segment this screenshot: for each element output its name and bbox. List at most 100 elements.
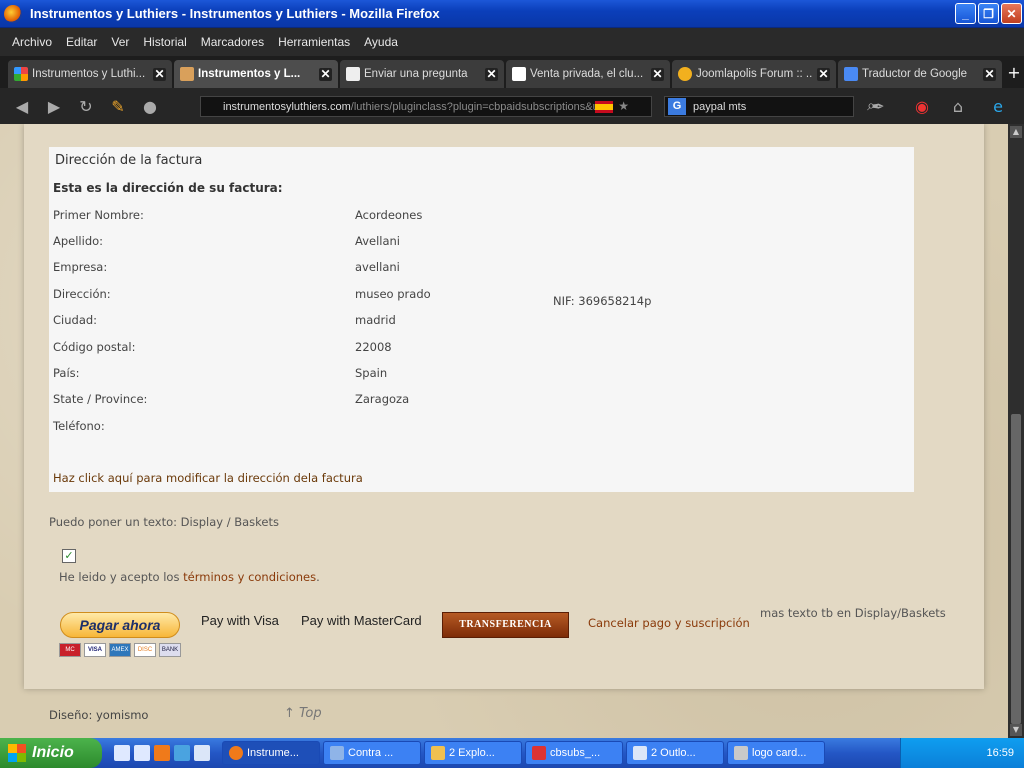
forward-arrow-icon[interactable]: ▶ <box>42 94 66 118</box>
billing-subtitle: Esta es la dirección de su factura: <box>53 181 283 195</box>
taskbar-item-explorer[interactable]: 2 Explo... <box>424 741 522 765</box>
taskbar-item-firefox[interactable]: Instrume... <box>222 741 320 765</box>
start-button[interactable]: Inicio <box>0 738 102 768</box>
taskbar-item-label: Instrume... <box>247 747 299 759</box>
new-tab-button[interactable]: + <box>1004 63 1024 82</box>
url-host: instrumentosyluthiers.com <box>223 100 351 113</box>
firefox-icon <box>4 4 22 23</box>
guitar-icon <box>180 67 194 81</box>
speech-bubble-icon[interactable]: ● <box>138 94 162 118</box>
discover-logo-icon: DISC <box>134 643 156 657</box>
menu-editar[interactable]: Editar <box>66 35 97 49</box>
tab-label: Instrumentos y L... <box>198 68 301 80</box>
outlook-icon <box>633 746 647 760</box>
system-tray: 16:59 <box>900 738 1024 768</box>
ie-icon[interactable]: e <box>986 94 1010 118</box>
basket-note: Puedo poner un texto: Display / Baskets <box>49 515 279 529</box>
quick-launch <box>114 745 210 761</box>
field-label-company: Empresa: <box>53 260 108 274</box>
desktop-icon[interactable] <box>134 745 150 761</box>
windows-logo-icon <box>8 744 26 762</box>
field-label-phone: Teléfono: <box>53 419 105 433</box>
maximize-button[interactable]: ❐ <box>978 3 999 24</box>
tab-bar: Instrumentos y Luthi... ✕ Instrumentos y… <box>0 56 1024 88</box>
window-titlebar: Instrumentos y Luthiers - Instrumentos y… <box>0 0 1024 28</box>
url-bar[interactable]: instrumentosyluthiers.com/luthiers/plugi… <box>200 96 652 117</box>
close-tab-icon[interactable]: ✕ <box>651 67 664 81</box>
menu-marcadores[interactable]: Marcadores <box>201 35 264 49</box>
menu-herramientas[interactable]: Herramientas <box>278 35 350 49</box>
back-arrow-icon[interactable]: ◀ <box>10 94 34 118</box>
spain-flag-icon <box>595 101 613 113</box>
terms-link[interactable]: términos y condiciones <box>183 570 316 584</box>
scrollbar-thumb[interactable] <box>1011 414 1021 724</box>
taskbar-item-label: logo card... <box>752 747 807 759</box>
taskbar-item-outlook[interactable]: 2 Outlo... <box>626 741 724 765</box>
accept-terms-checkbox[interactable]: ✓ <box>62 549 76 563</box>
menu-ver[interactable]: Ver <box>111 35 129 49</box>
taskbar-item-label: 2 Explo... <box>449 747 495 759</box>
cancel-payment-link[interactable]: Cancelar pago y suscripción <box>588 616 750 630</box>
field-label-state: State / Province: <box>53 392 148 406</box>
close-tab-icon[interactable]: ✕ <box>153 67 166 81</box>
firefox-icon[interactable] <box>154 745 170 761</box>
paypal-pay-now-button[interactable]: Pagar ahora <box>60 612 180 638</box>
outlook-icon[interactable] <box>194 745 210 761</box>
transfer-button[interactable]: TRANSFERENCIA <box>442 612 569 638</box>
reload-icon[interactable]: ↻ <box>74 94 98 118</box>
menu-historial[interactable]: Historial <box>143 35 186 49</box>
tab-instrumentos-2[interactable]: Instrumentos y L... ✕ <box>174 60 338 88</box>
edit-billing-link[interactable]: Haz click aquí para modificar la direcci… <box>53 471 363 485</box>
ie-icon[interactable] <box>174 745 190 761</box>
minimize-button[interactable]: _ <box>955 3 976 24</box>
taskbar-item-contra[interactable]: Contra ... <box>323 741 421 765</box>
nif-text: NIF: 369658214p <box>553 294 652 308</box>
pay-with-mastercard-button[interactable]: Pay with MasterCard <box>301 613 422 628</box>
google-icon[interactable]: G <box>668 98 686 115</box>
tab-enviar-pregunta[interactable]: Enviar una pregunta ✕ <box>340 60 504 88</box>
close-tab-icon[interactable]: ✕ <box>983 67 996 81</box>
folder-icon[interactable] <box>114 745 130 761</box>
close-window-button[interactable]: ✕ <box>1001 3 1022 24</box>
menu-ayuda[interactable]: Ayuda <box>364 35 398 49</box>
close-tab-icon[interactable]: ✕ <box>817 67 830 81</box>
billing-address-box: Dirección de la factura Esta es la direc… <box>49 147 914 492</box>
menu-archivo[interactable]: Archivo <box>12 35 52 49</box>
search-input[interactable]: G paypal mts ⌕ <box>664 96 875 117</box>
taskbar-item-label: 2 Outlo... <box>651 747 696 759</box>
tab-venta-privada[interactable]: Venta privada, el clu... ✕ <box>506 60 670 88</box>
field-value-country: Spain <box>355 366 388 380</box>
start-label: Inicio <box>32 744 74 761</box>
stop-icon[interactable]: ◉ <box>910 94 934 118</box>
field-label-postal-code: Código postal: <box>53 340 136 354</box>
field-label-first-name: Primer Nombre: <box>53 208 144 222</box>
vertical-scrollbar[interactable]: ▲ ▼ <box>1008 124 1024 738</box>
tab-instrumentos-1[interactable]: Instrumentos y Luthi... ✕ <box>8 60 172 88</box>
search-value: paypal mts <box>693 100 747 113</box>
translate-icon <box>844 67 858 81</box>
close-tab-icon[interactable]: ✕ <box>485 67 498 81</box>
tab-joomlapolis[interactable]: Joomlapolis Forum :: ... ✕ <box>672 60 836 88</box>
pay-with-visa-button[interactable]: Pay with Visa <box>201 613 279 628</box>
clock[interactable]: 16:59 <box>986 747 1014 759</box>
bookmark-star-icon[interactable]: ★ <box>618 99 629 113</box>
tab-traductor[interactable]: Traductor de Google ✕ <box>838 60 1002 88</box>
scroll-up-arrow-icon[interactable]: ▲ <box>1010 126 1022 138</box>
pen-icon[interactable]: ✒ <box>866 94 890 118</box>
top-link[interactable]: ↑ Top <box>284 706 322 721</box>
close-tab-icon[interactable]: ✕ <box>319 67 332 81</box>
tab-label: Instrumentos y Luthi... <box>32 68 146 80</box>
scroll-down-arrow-icon[interactable]: ▼ <box>1010 724 1022 736</box>
tab-label: Joomlapolis Forum :: ... <box>696 68 813 80</box>
home-icon[interactable]: ⌂ <box>946 94 970 118</box>
taskbar-item-logo-card[interactable]: logo card... <box>727 741 825 765</box>
visa-logo-icon: VISA <box>84 643 106 657</box>
page-icon <box>346 67 360 81</box>
document-icon <box>330 746 344 760</box>
taskbar-item-cbsubs[interactable]: cbsubs_... <box>525 741 623 765</box>
addon-icon[interactable]: ✎ <box>106 94 130 118</box>
page-viewport: Dirección de la factura Esta es la direc… <box>0 124 1008 738</box>
field-value-state: Zaragoza <box>355 392 410 406</box>
pdf-icon <box>532 746 546 760</box>
taskbar-item-label: Contra ... <box>348 747 394 759</box>
